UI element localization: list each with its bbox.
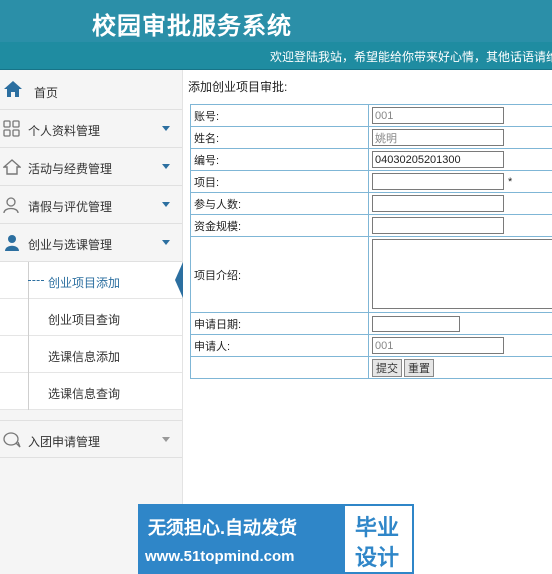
members-field[interactable] (372, 195, 504, 212)
submenu-item-query-project[interactable]: 创业项目查询 (0, 299, 182, 336)
form-row: 项目介绍: (190, 236, 552, 313)
page-title: 添加创业项目审批: (188, 80, 288, 94)
main-content: 添加创业项目审批: 账号: 姓名: 编号: 项目: * 参与人数: 资金规模: … (188, 70, 552, 574)
field-label: 申请日期: (190, 312, 369, 335)
field-label: 项目介绍: (190, 236, 369, 313)
sidebar-item-label: 创业与选课管理 (28, 238, 113, 252)
sidebar-item-leave[interactable]: 请假与评优管理 (0, 186, 182, 224)
tree-line (28, 373, 29, 410)
chat-icon (3, 431, 21, 449)
home-icon (3, 80, 22, 98)
required-mark: * (508, 175, 513, 188)
welcome-marquee: 欢迎登陆我站，希望能给你带来好心情，其他话语请维 (270, 50, 552, 64)
welcome-bar: 欢迎登陆我站，希望能给你带来好心情，其他话语请维 (0, 42, 552, 70)
field-label: 账号: (190, 104, 369, 127)
name-field[interactable] (372, 129, 504, 146)
app-title: 校园审批服务系统 (92, 12, 292, 40)
watermark-panel: 无须担心.自动发货 www.51topmind.com (138, 504, 343, 574)
sidebar: 首页 个人资料管理 活动与经费管理 请假与评优管理 创业与选课管理 创业项目添加 (0, 70, 183, 574)
form-row: 资金规模: (190, 214, 552, 237)
sidebar-item-home[interactable]: 首页 (0, 70, 182, 110)
chevron-down-icon (162, 164, 170, 169)
field-label: 编号: (190, 148, 369, 171)
submenu-item-add-course[interactable]: 选课信息添加 (0, 336, 182, 373)
watermark: 无须担心.自动发货 www.51topmind.com 毕业 设计 (138, 504, 414, 574)
user-icon (3, 234, 21, 252)
account-field[interactable] (372, 107, 504, 124)
sidebar-item-label: 入团申请管理 (28, 435, 101, 449)
submenu-item-label: 选课信息添加 (48, 350, 121, 364)
chevron-down-icon (162, 437, 170, 442)
date-field[interactable] (372, 315, 460, 332)
submenu-item-label: 创业项目查询 (48, 313, 121, 327)
project-form: 账号: 姓名: 编号: 项目: * 参与人数: 资金规模: 项目介绍: 申请日期 (190, 104, 552, 379)
form-row: 申请人: (190, 334, 552, 357)
sidebar-item-label: 个人资料管理 (28, 124, 101, 138)
grid-icon (3, 120, 21, 138)
chevron-down-icon (162, 126, 170, 131)
submenu-item-label: 选课信息查询 (48, 387, 121, 401)
sidebar-item-label: 活动与经费管理 (28, 162, 113, 176)
sidebar-item-startup[interactable]: 创业与选课管理 (0, 224, 182, 262)
field-label: 项目: (190, 170, 369, 193)
field-label: 姓名: (190, 126, 369, 149)
sidebar-item-label: 请假与评优管理 (28, 200, 113, 214)
submenu-item-label: 创业项目添加 (48, 276, 121, 290)
submenu-item-query-course[interactable]: 选课信息查询 (0, 373, 182, 410)
applicant-field[interactable] (372, 337, 504, 354)
tree-line (28, 336, 29, 373)
tree-line (28, 299, 29, 336)
form-row: 申请日期: (190, 312, 552, 335)
form-row: 提交 重置 (190, 356, 552, 379)
field-label: 申请人: (190, 334, 369, 357)
field-label: 资金规模: (190, 214, 369, 237)
watermark-badge: 毕业 设计 (343, 504, 414, 574)
sidebar-item-profile[interactable]: 个人资料管理 (0, 110, 182, 148)
watermark-url: www.51topmind.com (145, 548, 295, 565)
form-row: 项目: * (190, 170, 552, 193)
form-row: 参与人数: (190, 192, 552, 215)
form-row: 账号: (190, 104, 552, 127)
submenu-item-add-project[interactable]: 创业项目添加 (0, 262, 183, 299)
chevron-down-icon (162, 202, 170, 207)
watermark-badge-text: 毕业 (355, 515, 400, 540)
sidebar-item-label: 首页 (34, 86, 59, 100)
field-label: 参与人数: (190, 192, 369, 215)
submit-button[interactable]: 提交 (372, 358, 402, 377)
chevron-down-icon (162, 240, 170, 245)
submenu: 创业项目添加 创业项目查询 选课信息添加 选课信息查询 (0, 262, 183, 410)
project-field[interactable] (372, 173, 504, 190)
tree-branch (28, 280, 44, 281)
sidebar-item-activities[interactable]: 活动与经费管理 (0, 148, 182, 186)
active-marker (175, 262, 183, 298)
house-outline-icon (2, 158, 22, 176)
empty-cell (190, 356, 369, 379)
form-row: 编号: (190, 148, 552, 171)
watermark-text: 无须担心.自动发货 (148, 518, 298, 538)
intro-textarea[interactable] (372, 239, 552, 309)
sidebar-item-league[interactable]: 入团申请管理 (0, 420, 182, 458)
watermark-badge-text: 设计 (355, 545, 400, 570)
reset-button[interactable]: 重置 (404, 358, 434, 377)
form-row: 姓名: (190, 126, 552, 149)
app-header: 校园审批服务系统 (0, 0, 552, 42)
code-field[interactable] (372, 151, 504, 168)
funds-field[interactable] (372, 217, 504, 234)
users-icon (3, 196, 21, 214)
